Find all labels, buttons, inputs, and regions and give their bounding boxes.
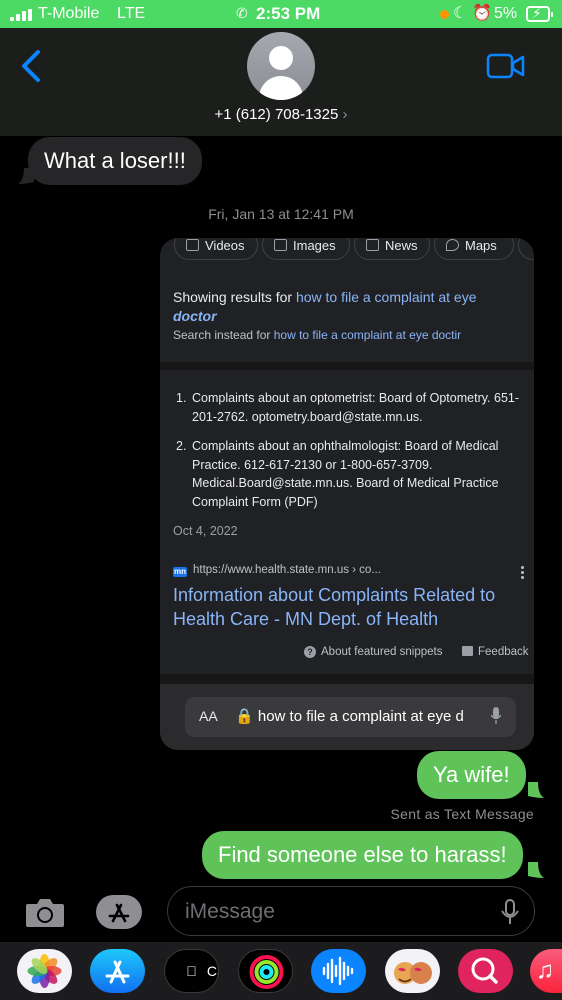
outgoing-message-bubble[interactable]: Find someone else to harass!	[202, 831, 523, 879]
about-featured-snippets: ? About featured snippets	[304, 646, 442, 658]
chip-label: Maps	[465, 238, 497, 253]
incoming-message-bubble[interactable]: What a loser!!!	[28, 137, 202, 185]
feedback-icon	[462, 646, 473, 656]
original-query-link: how to file a complaint at eye doctir	[273, 328, 462, 342]
source-url: https://www.health.state.mn.us › co...	[193, 564, 381, 576]
snippet-date: Oct 4, 2022	[173, 524, 238, 538]
carrier-label: T-Mobile	[38, 5, 100, 22]
chip-label: Videos	[205, 238, 245, 253]
message-text: What a loser!!!	[44, 148, 186, 173]
bubble-tail	[528, 862, 544, 878]
microphone-icon	[491, 707, 501, 724]
search-instead-prefix: Search instead for	[173, 328, 271, 342]
app-store-icon[interactable]	[94, 893, 144, 931]
image-icon	[274, 239, 287, 251]
battery-percent: 5%	[494, 5, 518, 22]
address-query: 🔒 how to file a complaint at eye d	[235, 708, 464, 725]
list-number: 2.	[176, 439, 187, 453]
chip-label: News	[385, 238, 418, 253]
cash-app-label: Cash	[165, 963, 218, 979]
safari-address-area: AA 🔒 how to file a complaint at eye d	[160, 684, 534, 750]
chip-more	[518, 238, 534, 260]
alarm-clock-icon: ⏰	[472, 5, 492, 22]
more-options-icon	[521, 566, 524, 580]
chip-maps: Maps	[434, 238, 514, 260]
contact-avatar[interactable]	[247, 32, 315, 100]
status-time: 2:53 PM	[256, 4, 321, 23]
status-bar: T-Mobile LTE ✆ 2:53 PM ☾ ⏰ 5% ⚡	[0, 0, 562, 28]
music-app-icon[interactable]: ♫	[530, 949, 562, 993]
message-timestamp: Fri, Jan 13 at 12:41 PM	[208, 206, 354, 222]
camera-icon[interactable]	[24, 895, 66, 929]
news-icon	[366, 239, 379, 251]
divider	[160, 674, 534, 684]
safari-address-bar: AA 🔒 how to file a complaint at eye d	[185, 697, 516, 737]
cash-label-text: Cash	[201, 963, 219, 979]
cellular-signal-icon	[10, 9, 34, 21]
bubble-tail	[528, 782, 544, 798]
imessage-app-drawer: Cash	[0, 942, 562, 1000]
photos-app-icon[interactable]	[17, 949, 72, 993]
video-play-icon	[186, 239, 199, 251]
delivery-status: Sent as Text Message	[390, 806, 534, 822]
imessage-text-field[interactable]: iMessage	[167, 886, 535, 936]
battery-charging-icon: ⚡	[526, 5, 553, 22]
list-text: Complaints about an ophthalmologist: Boa…	[192, 439, 499, 509]
chip-label: Images	[293, 238, 336, 253]
map-pin-icon	[446, 239, 459, 251]
orange-privacy-dot-icon	[440, 10, 449, 19]
feedback-link: Feedback	[462, 646, 529, 658]
message-text: Find someone else to harass!	[218, 842, 507, 867]
divider	[160, 362, 534, 370]
showing-prefix: Showing results for	[173, 289, 293, 305]
help-circle-icon: ?	[304, 646, 316, 658]
chip-images: Images	[262, 238, 350, 260]
chip-videos: Videos	[174, 238, 258, 260]
result-source: mn https://www.health.state.mn.us › co...	[173, 564, 381, 577]
corrected-query-link: how to file a complaint at eye	[295, 289, 477, 305]
music-note-icon: ♫	[536, 957, 554, 984]
search-images-app-icon[interactable]	[458, 949, 513, 993]
outgoing-message-bubble[interactable]: Ya wife!	[417, 751, 526, 799]
about-snippets-label: About featured snippets	[321, 646, 443, 658]
focus-moon-icon: ☾	[453, 5, 468, 22]
search-query-text: how to file a complaint at eye d	[257, 708, 464, 725]
phone-call-icon: ✆	[236, 5, 248, 21]
microphone-icon[interactable]	[501, 899, 519, 925]
conversation-header: +1 (612) 708-1325 ›	[0, 28, 562, 136]
contact-name-button[interactable]: +1 (612) 708-1325 ›	[0, 106, 562, 123]
fitness-activity-app-icon[interactable]	[238, 949, 293, 993]
chevron-right-icon: ›	[342, 106, 348, 123]
cash-app-icon[interactable]: Cash	[164, 949, 219, 993]
list-text: Complaints about an optometrist: Board o…	[192, 391, 520, 424]
site-favicon: mn	[173, 567, 187, 577]
facetime-video-icon[interactable]	[486, 52, 526, 80]
chip-news: News	[354, 238, 430, 260]
timestamp-day: Fri, Jan 13	[208, 206, 275, 222]
image-attachment[interactable]: Videos Images News Maps Showing results …	[160, 238, 534, 750]
audio-message-app-icon[interactable]	[311, 949, 366, 993]
app-store-app-icon[interactable]	[90, 949, 145, 993]
reader-aa-button: AA	[199, 708, 218, 724]
corrected-query-bold: doctor	[173, 308, 217, 324]
network-type-label: LTE	[117, 5, 146, 22]
chevron-left-icon[interactable]	[18, 46, 46, 86]
search-instead-text: Search instead for how to file a complai…	[173, 328, 461, 342]
imessage-placeholder: iMessage	[185, 900, 275, 923]
result-title: Information about Complaints Related to …	[173, 585, 496, 629]
message-text: Ya wife!	[433, 762, 510, 787]
contact-phone-number: +1 (612) 708-1325	[214, 106, 339, 123]
showing-results-text: Showing results for how to file a compla…	[173, 288, 518, 326]
timestamp-time: 12:41 PM	[293, 206, 354, 222]
list-number: 1.	[176, 391, 187, 405]
feedback-label: Feedback	[478, 646, 529, 658]
memoji-app-icon[interactable]	[385, 949, 440, 993]
